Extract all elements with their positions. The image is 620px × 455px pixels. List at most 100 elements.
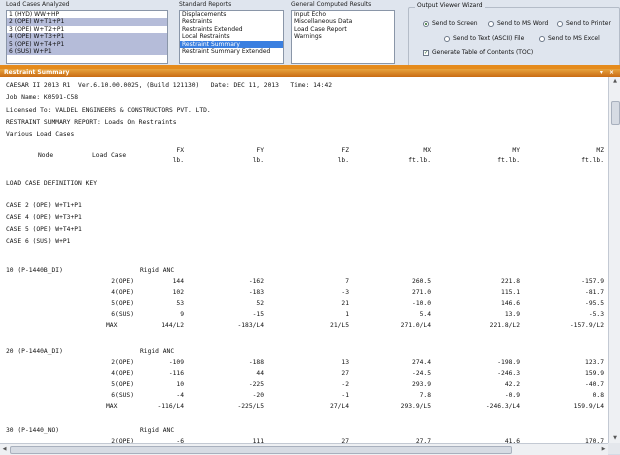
send-to-word-label: Send to MS Word xyxy=(497,20,549,27)
scroll-up-icon[interactable]: ▲ xyxy=(609,77,620,86)
panel-title: Restraint Summary xyxy=(4,69,70,76)
vertical-scroll-thumb[interactable] xyxy=(611,101,620,125)
list-item[interactable]: Restraint Summary Extended xyxy=(180,48,283,55)
load-case-label: 4(OPE) xyxy=(111,289,134,296)
send-to-printer-option[interactable]: Send to Printer xyxy=(557,20,611,27)
list-item[interactable]: 6 (SUS) W+P1 xyxy=(7,47,167,56)
result-value: 53 xyxy=(176,300,184,307)
report-header-line: Various Load Cases xyxy=(6,131,75,138)
list-item[interactable]: 1 (HYD) WW+HP xyxy=(7,11,167,18)
scrollbar-corner xyxy=(608,443,620,454)
toc-option[interactable]: ✓ Generate Table of Contents (TOC) xyxy=(423,49,533,56)
send-to-excel-radio[interactable] xyxy=(539,35,545,42)
result-value: 144/L2 xyxy=(161,322,184,329)
result-value: 1 xyxy=(345,311,349,318)
result-value: 9 xyxy=(180,311,184,318)
result-value: -24.5 xyxy=(412,370,431,377)
result-value: -5.3 xyxy=(588,311,604,318)
list-item[interactable]: 5 (OPE) W+T4+P1 xyxy=(7,40,167,48)
send-to-screen-label: Send to Screen xyxy=(432,20,478,27)
load-case-label: 5(OPE) xyxy=(111,300,134,307)
result-value: -157.9 xyxy=(581,278,604,285)
report-text-area[interactable]: CAESAR II 2013 R1 Ver.6.10.00.0025, (Bui… xyxy=(0,77,608,443)
list-item[interactable]: 4 (OPE) W+T3+P1 xyxy=(7,33,167,41)
list-item[interactable]: Restraints Extended xyxy=(180,26,283,33)
col-header: Node xyxy=(38,152,54,159)
col-header: FX xyxy=(176,147,184,154)
scroll-down-icon[interactable]: ▼ xyxy=(609,434,620,443)
send-to-text-label: Send to Text (ASCII) File xyxy=(453,35,525,42)
restraint-summary-panel-header: Restraint Summary ▾ × xyxy=(0,69,620,77)
list-item[interactable]: Input Echo xyxy=(292,11,394,18)
result-value: -157.9/L2 xyxy=(569,322,604,329)
vertical-scrollbar[interactable]: ▲ ▼ xyxy=(608,77,620,443)
max-label: MAX xyxy=(106,403,118,410)
result-value: -183/L4 xyxy=(237,322,264,329)
horizontal-scrollbar[interactable]: ◀ ▶ xyxy=(0,443,608,455)
result-value: -246.3 xyxy=(497,370,520,377)
send-to-printer-radio[interactable] xyxy=(557,20,563,27)
result-value: -20 xyxy=(252,392,264,399)
list-item[interactable]: Load Case Report xyxy=(292,26,394,33)
result-value: -0.9 xyxy=(504,392,520,399)
send-to-text-option[interactable]: Send to Text (ASCII) File xyxy=(444,35,524,42)
result-value: -225/L5 xyxy=(237,403,264,410)
result-value: 159.9 xyxy=(585,370,604,377)
col-header: FZ xyxy=(341,147,349,154)
report-header-line: Job Name: K0591-C58 xyxy=(6,94,79,101)
node-label: 10 (P-1440B_DI) xyxy=(6,267,63,274)
panel-pin-close-icons[interactable]: ▾ × xyxy=(600,69,616,77)
list-item[interactable]: Miscellaneous Data xyxy=(292,18,394,25)
result-value: 123.7 xyxy=(585,359,604,366)
list-item[interactable]: Warnings xyxy=(292,33,394,40)
result-value: 42.2 xyxy=(504,381,520,388)
result-value: 274.4 xyxy=(412,359,431,366)
general-results-list[interactable]: Input Echo Miscellaneous Data Load Case Re… xyxy=(291,10,395,64)
load-case-key: CASE 6 (SUS) W+P1 xyxy=(6,238,71,245)
result-value: 7 xyxy=(345,278,349,285)
result-value: 7.8 xyxy=(419,392,431,399)
load-case-label: 5(OPE) xyxy=(111,381,134,388)
send-to-word-radio[interactable] xyxy=(488,20,494,27)
list-item[interactable]: Restraints xyxy=(180,18,283,25)
standard-reports-list[interactable]: Displacements Restraints Restraints Extend… xyxy=(179,10,284,64)
result-value: -116 xyxy=(168,370,184,377)
send-to-word-option[interactable]: Send to MS Word xyxy=(488,20,548,27)
result-value: -109 xyxy=(168,359,184,366)
col-header: MX xyxy=(423,147,431,154)
scroll-right-icon[interactable]: ▶ xyxy=(599,444,608,455)
list-item[interactable]: Restraint Summary xyxy=(180,40,283,48)
toc-checkbox[interactable]: ✓ xyxy=(423,49,429,56)
result-value: -183 xyxy=(248,289,264,296)
list-item[interactable]: Displacements xyxy=(180,11,283,18)
horizontal-scroll-thumb[interactable] xyxy=(10,446,512,454)
result-value: 144 xyxy=(172,278,184,285)
list-item[interactable]: 3 (OPE) W+T2+P1 xyxy=(7,26,167,33)
result-value: 10 xyxy=(176,381,184,388)
col-unit: ft.lb. xyxy=(497,157,520,164)
result-value: 21/L5 xyxy=(330,322,349,329)
key-title: LOAD CASE DEFINITION KEY xyxy=(6,180,97,187)
col-unit: lb. xyxy=(172,157,184,164)
result-value: -116/L4 xyxy=(157,403,184,410)
send-to-screen-radio[interactable] xyxy=(423,20,429,27)
load-case-key: CASE 2 (OPE) W+T1+P1 xyxy=(6,202,82,209)
result-value: 115.1 xyxy=(501,289,520,296)
result-value: 5.4 xyxy=(419,311,431,318)
result-value: 293.9 xyxy=(412,381,431,388)
list-item[interactable]: 2 (OPE) W+T1+P1 xyxy=(7,18,167,26)
list-item[interactable]: Local Restraints xyxy=(180,33,283,40)
send-to-excel-option[interactable]: Send to MS Excel xyxy=(539,35,600,42)
load-cases-list[interactable]: 1 (HYD) WW+HP 2 (OPE) W+T1+P1 3 (OPE) W+T2… xyxy=(6,10,168,64)
send-to-text-radio[interactable] xyxy=(444,35,450,42)
result-value: 146.6 xyxy=(501,300,520,307)
scroll-left-icon[interactable]: ◀ xyxy=(0,444,9,455)
node-label: 30 (P-1440_NO) xyxy=(6,427,60,434)
send-to-screen-option[interactable]: Send to Screen xyxy=(423,20,478,27)
send-to-excel-label: Send to MS Excel xyxy=(548,35,600,42)
output-viewer-wizard: Output Viewer Wizard Send to Screen Send… xyxy=(408,2,620,67)
restraint-type: Rigid ANC xyxy=(140,267,175,274)
wizard-title: Output Viewer Wizard xyxy=(415,2,485,9)
col-unit: ft.lb. xyxy=(581,157,604,164)
result-value: -81.7 xyxy=(585,289,604,296)
